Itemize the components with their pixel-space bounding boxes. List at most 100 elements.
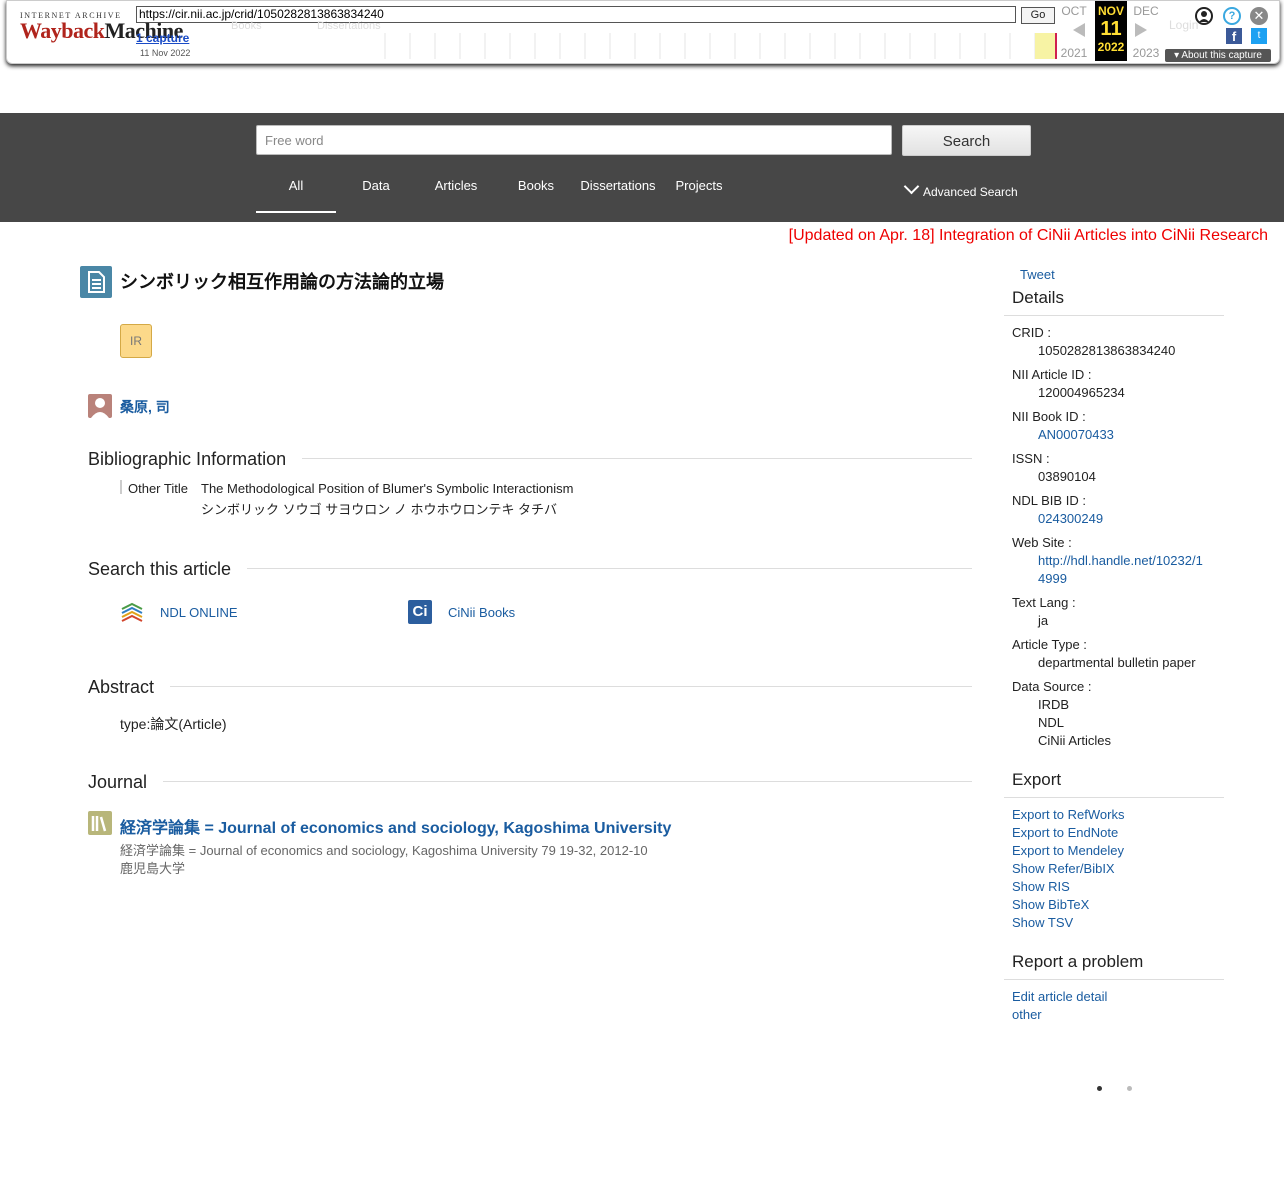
export-refworks-link[interactable]: Export to RefWorks: [1012, 807, 1124, 822]
pager-dot-active[interactable]: [1097, 1086, 1102, 1091]
issn-value: 03890104: [1038, 469, 1096, 484]
divider: [1004, 979, 1224, 980]
capture-sparkline[interactable]: [378, 33, 1058, 59]
journal-citation: 経済学論集 = Journal of economics and sociolo…: [120, 843, 648, 858]
advanced-search-label: Advanced Search: [923, 185, 1018, 199]
journal-title-link[interactable]: 経済学論集 = Journal of economics and sociolo…: [120, 814, 671, 838]
cur-year: 2022: [1097, 40, 1125, 54]
article-title: シンボリック相互作用論の方法論的立場: [120, 272, 444, 292]
issn-label: ISSN :: [1012, 451, 1050, 466]
prev-month[interactable]: OCT: [1059, 4, 1089, 18]
ghost-books-text: Books: [231, 20, 262, 32]
nii-book-link[interactable]: AN00070433: [1038, 427, 1114, 442]
tab-data[interactable]: Data: [336, 178, 416, 193]
wayback-url-input[interactable]: https://cir.nii.ac.jp/crid/1050282813863…: [136, 6, 1016, 23]
export-endnote-link[interactable]: Export to EndNote: [1012, 825, 1118, 840]
other-title-label: Other Title: [128, 481, 188, 496]
report-other-link[interactable]: other: [1012, 1007, 1042, 1022]
lang-label: Text Lang :: [1012, 595, 1076, 610]
tab-all[interactable]: All: [256, 178, 336, 193]
search-button[interactable]: Search: [902, 125, 1031, 156]
next-year[interactable]: 2023: [1131, 46, 1161, 60]
crid-label: CRID :: [1012, 325, 1051, 340]
current-capture-date: NOV 11 2022: [1095, 1, 1127, 61]
abstract-heading: Abstract: [88, 677, 171, 698]
cur-month: NOV: [1097, 4, 1124, 18]
abstract-text: type:論文(Article): [120, 716, 227, 732]
wayback-logo-a: Wayback: [20, 18, 105, 43]
lang-value: ja: [1038, 613, 1049, 628]
tweet-link[interactable]: Tweet: [1020, 267, 1055, 282]
divider: [88, 781, 972, 782]
prev-year[interactable]: 2021: [1059, 46, 1089, 60]
export-mendeley-link[interactable]: Export to Mendeley: [1012, 843, 1124, 858]
pager-dot[interactable]: [1127, 1086, 1132, 1091]
details-heading: Details: [1012, 288, 1064, 307]
search-input[interactable]: Free word: [256, 125, 892, 155]
tab-books[interactable]: Books: [496, 178, 576, 193]
about-capture-label: About this capture: [1181, 50, 1262, 61]
journal-publisher: 鹿児島大学: [120, 861, 186, 876]
ndl-bib-label: NDL BIB ID :: [1012, 493, 1086, 508]
ndl-bib-link[interactable]: 024300249: [1038, 511, 1103, 526]
person-icon: [88, 394, 112, 418]
crid-value: 1050282813863834240: [1038, 343, 1176, 358]
about-capture-button[interactable]: ▾ About this capture: [1165, 49, 1271, 62]
active-tab-indicator: [256, 211, 336, 213]
ndl-online-icon: [120, 600, 144, 624]
capture-date: 11 Nov 2022: [140, 48, 191, 58]
ghost-dissertations-text: Dissertations: [317, 20, 381, 32]
ndl-online-link[interactable]: NDL ONLINE: [160, 605, 238, 620]
other-title-value: シンボリック ソウゴ サヨウロン ノ ホウホウロンテキ タチバ: [201, 502, 558, 517]
tab-dissertations[interactable]: Dissertations: [576, 178, 660, 193]
wayback-logo[interactable]: INTERNET ARCHIVE WaybackMachine: [20, 11, 183, 51]
bibliographic-heading: Bibliographic Information: [88, 449, 303, 470]
divider: [88, 686, 972, 687]
help-icon[interactable]: ?: [1223, 7, 1241, 25]
data-source-value: IRDB: [1038, 697, 1070, 712]
divider: [1004, 315, 1224, 316]
show-refer-link[interactable]: Show Refer/BibIX: [1012, 861, 1115, 876]
export-heading: Export: [1012, 770, 1062, 789]
edit-article-link[interactable]: Edit article detail: [1012, 989, 1107, 1004]
author-link[interactable]: 桑原, 司: [120, 397, 170, 417]
report-heading: Report a problem: [1012, 952, 1144, 971]
advanced-search-link[interactable]: Advanced Search: [903, 178, 1018, 199]
search-article-heading: Search this article: [88, 559, 248, 580]
prev-arrow-icon[interactable]: [1073, 23, 1085, 37]
cinii-books-icon: Ci: [408, 600, 432, 624]
divider: [1004, 797, 1224, 798]
show-bibtex-link[interactable]: Show BibTeX: [1012, 897, 1089, 912]
next-month[interactable]: DEC: [1131, 4, 1161, 18]
cinii-books-link[interactable]: CiNii Books: [448, 605, 515, 620]
divider: [120, 480, 122, 494]
show-tsv-link[interactable]: Show TSV: [1012, 915, 1073, 930]
facebook-icon[interactable]: f: [1226, 28, 1242, 44]
user-icon[interactable]: [1195, 7, 1213, 25]
close-icon[interactable]: ✕: [1250, 7, 1268, 25]
ir-badge[interactable]: IR: [120, 324, 152, 358]
ghost-login-text: Login: [1169, 18, 1199, 32]
website-link[interactable]: http://hdl.handle.net/10232/1: [1038, 553, 1203, 568]
tab-projects[interactable]: Projects: [664, 178, 734, 193]
update-notice-link[interactable]: [Updated on Apr. 18] Integration of CiNi…: [789, 227, 1268, 245]
cur-day: 11: [1100, 18, 1122, 40]
show-ris-link[interactable]: Show RIS: [1012, 879, 1070, 894]
data-source-value: CiNii Articles: [1038, 733, 1111, 748]
article-type-label: Article Type :: [1012, 637, 1087, 652]
other-title-value: The Methodological Position of Blumer's …: [201, 481, 574, 496]
wayback-logo-main: WaybackMachine: [20, 18, 183, 43]
wayback-go-button[interactable]: Go: [1021, 7, 1055, 24]
journal-heading: Journal: [88, 772, 164, 793]
nii-article-value: 120004965234: [1038, 385, 1125, 400]
sparkline-capture-month[interactable]: [1035, 33, 1055, 59]
tab-articles[interactable]: Articles: [416, 178, 496, 193]
twitter-icon[interactable]: t: [1251, 28, 1267, 44]
document-icon: [80, 266, 112, 298]
journal-icon: [88, 811, 112, 835]
next-arrow-icon[interactable]: [1135, 23, 1147, 37]
captures-link[interactable]: 1 capture: [136, 31, 189, 45]
wayback-toolbar: INTERNET ARCHIVE WaybackMachine https://…: [6, 0, 1280, 64]
data-source-value: NDL: [1038, 715, 1065, 730]
website-link-cont[interactable]: 4999: [1038, 571, 1067, 586]
